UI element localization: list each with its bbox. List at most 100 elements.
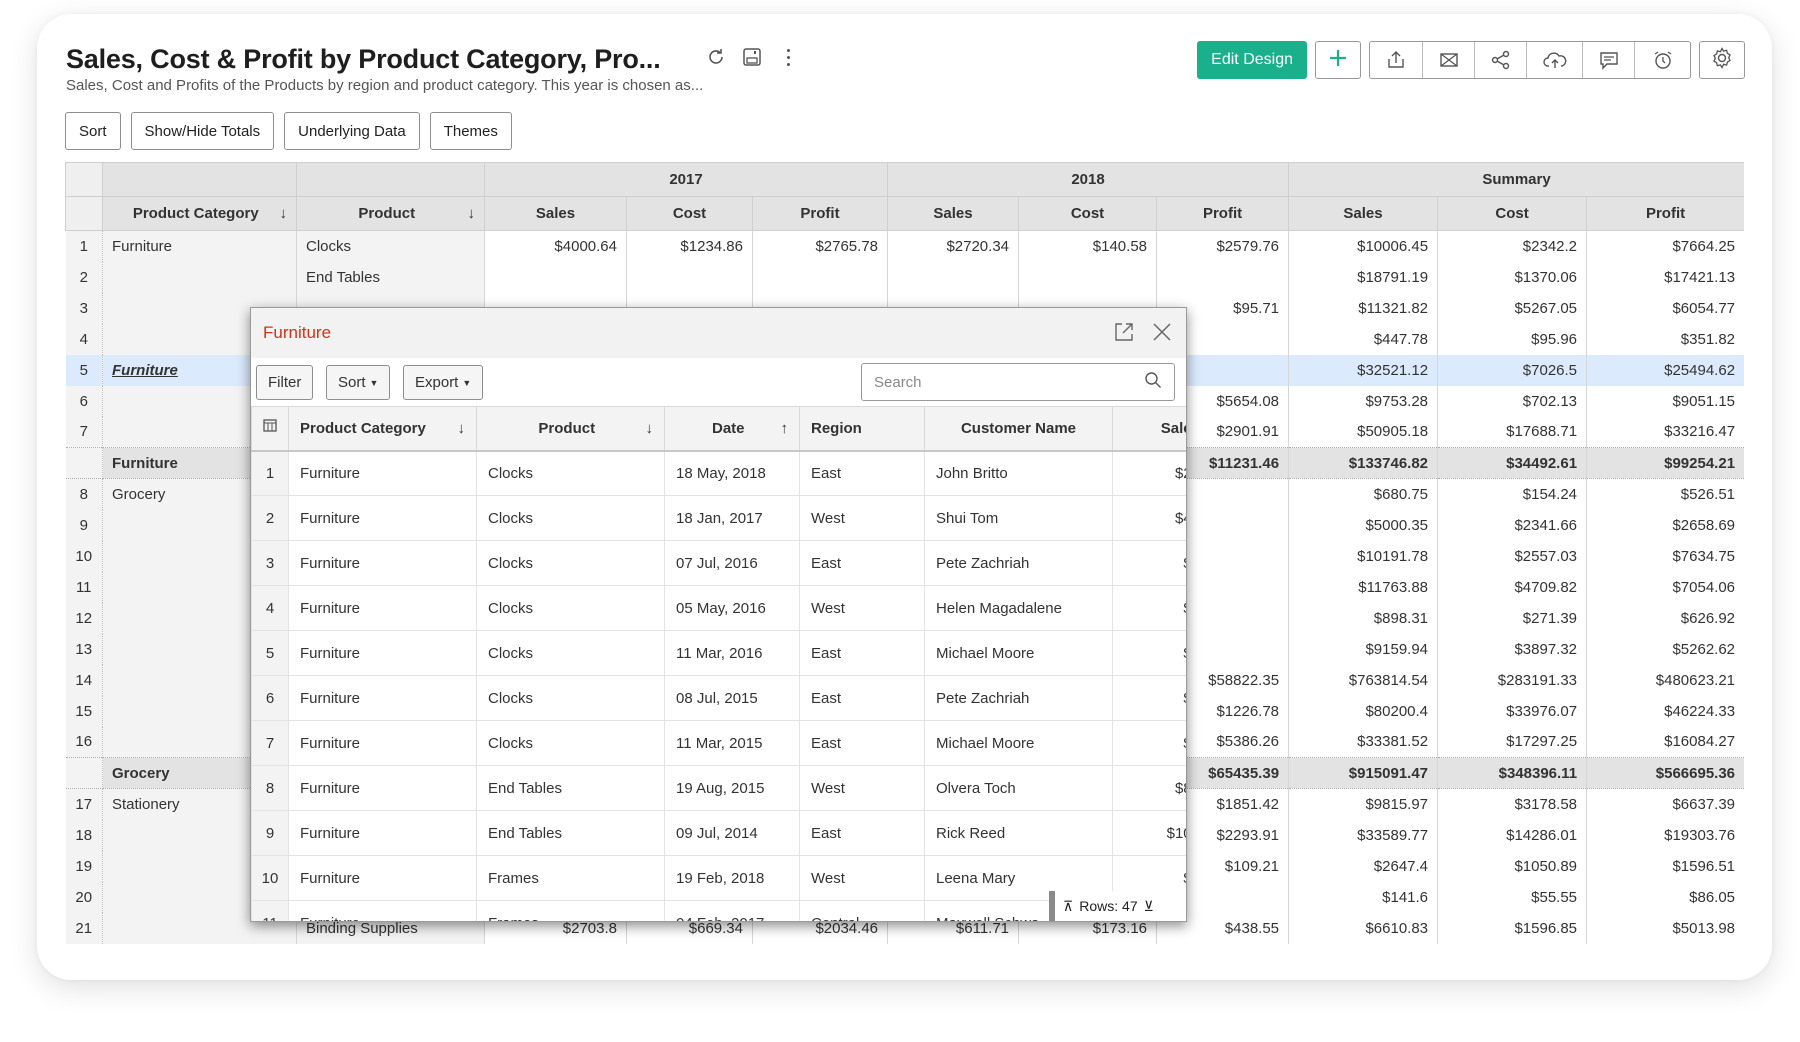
data-cell: East xyxy=(799,450,925,496)
sort-dropdown[interactable]: Sort ▼ xyxy=(326,365,391,400)
save-icon[interactable] xyxy=(741,46,763,68)
data-row[interactable]: 6 Furniture Clocks 08 Jul, 2015 East Pete Zac… xyxy=(251,675,1186,721)
data-cell: Olvera Toch xyxy=(924,765,1113,811)
data-row[interactable]: 9 Furniture End Tables 09 Jul, 2014 East Rick… xyxy=(251,810,1186,856)
data-cell: West xyxy=(799,495,925,541)
data-row[interactable]: 5 Furniture Clocks 11 Mar, 2016 East Michael … xyxy=(251,630,1186,676)
value-cell: $17421.13 xyxy=(1586,261,1744,293)
show-hide-totals-button[interactable]: Show/Hide Totals xyxy=(130,112,275,150)
data-cell: 09 Jul, 2014 xyxy=(664,810,800,856)
category-link[interactable]: Furniture xyxy=(112,362,178,379)
data-row[interactable]: 7 Furniture Clocks 11 Mar, 2015 East Michael … xyxy=(251,720,1186,766)
data-cell: $7 xyxy=(1112,720,1186,766)
column-header-product-category[interactable]: Product Category ↓ xyxy=(288,406,477,452)
close-icon[interactable] xyxy=(1150,320,1174,349)
value-cell: $2720.34 xyxy=(887,230,1020,262)
refresh-icon[interactable] xyxy=(705,46,727,68)
data-cell: $82 xyxy=(1112,765,1186,811)
column-header-sales[interactable]: Sales xyxy=(1112,406,1186,452)
data-row[interactable]: 3 Furniture Clocks 07 Jul, 2016 East Pete Zac… xyxy=(251,540,1186,586)
data-row[interactable]: 2 Furniture Clocks 18 Jan, 2017 West Shui Tom… xyxy=(251,495,1186,541)
data-cell: 08 Jul, 2015 xyxy=(664,675,800,721)
more-vertical-icon[interactable] xyxy=(777,46,799,68)
column-header-date[interactable]: Date ↑ xyxy=(664,406,800,452)
data-row[interactable]: 11FurnitureFrames04 Feb, 2017CentralMaxw… xyxy=(251,900,1186,921)
comment-icon[interactable] xyxy=(1582,42,1634,78)
value-cell: $2658.69 xyxy=(1586,509,1744,541)
data-cell: 11 Mar, 2015 xyxy=(664,720,800,766)
data-cell: Furniture xyxy=(288,540,477,586)
scroll-bottom-icon[interactable]: ⊻ xyxy=(1144,898,1154,915)
sort-button[interactable]: Sort xyxy=(65,112,121,150)
underlying-data-button[interactable]: Underlying Data xyxy=(284,112,420,150)
row-number: 18 xyxy=(65,819,103,851)
value-cell xyxy=(1018,261,1158,293)
value-cell: $5000.35 xyxy=(1288,509,1439,541)
data-cell: East xyxy=(799,675,925,721)
data-cell: Furniture xyxy=(288,810,477,856)
column-header-customer-name[interactable]: Customer Name xyxy=(924,406,1113,452)
sort-down-icon[interactable]: ↓ xyxy=(458,420,466,437)
row-number: 3 xyxy=(65,292,103,324)
sort-down-icon[interactable]: ↓ xyxy=(646,420,654,437)
sort-down-icon[interactable]: ↓ xyxy=(468,205,476,222)
add-button[interactable] xyxy=(1315,41,1361,79)
popup-title: Furniture xyxy=(263,323,332,342)
data-cell: Rick Reed xyxy=(924,810,1113,856)
column-header-product[interactable]: Product ↓ xyxy=(296,196,485,231)
email-icon[interactable] xyxy=(1422,42,1474,78)
value-cell: $7026.5 xyxy=(1437,354,1588,386)
scroll-top-icon[interactable]: ⊼ xyxy=(1063,898,1073,915)
row-number: 2 xyxy=(65,261,103,293)
value-cell: $9815.97 xyxy=(1288,788,1439,820)
edit-design-button[interactable]: Edit Design xyxy=(1197,41,1307,79)
data-cell: Shui Tom xyxy=(924,495,1113,541)
column-header-product[interactable]: Product ↓ xyxy=(476,406,665,452)
data-cell: John Britto xyxy=(924,450,1113,496)
data-row[interactable]: 4 Furniture Clocks 05 May, 2016 West Helen Ma… xyxy=(251,585,1186,631)
measure-header-cost: Cost xyxy=(626,196,753,231)
data-row[interactable]: 10 Furniture Frames 19 Feb, 2018 West Leena M… xyxy=(251,855,1186,901)
export-icon[interactable] xyxy=(1370,42,1422,78)
search-input[interactable]: Search xyxy=(861,363,1175,401)
column-header-product-category[interactable]: Product Category ↓ xyxy=(102,196,297,231)
value-cell: $17688.71 xyxy=(1437,416,1588,448)
value-cell: $80200.4 xyxy=(1288,695,1439,727)
publish-cloud-icon[interactable] xyxy=(1526,42,1582,78)
data-cell: $40 xyxy=(1112,495,1186,541)
column-header-region[interactable]: Region xyxy=(799,406,925,452)
share-icon[interactable] xyxy=(1474,42,1526,78)
table-row[interactable]: 2 End Tables $18791.19 $1370.06 $17421.13 xyxy=(65,261,1744,293)
value-cell: $99254.21 xyxy=(1586,447,1744,479)
value-cell: $7634.75 xyxy=(1586,540,1744,572)
row-number: 11 xyxy=(65,571,103,603)
alarm-icon[interactable] xyxy=(1634,42,1690,78)
sort-down-icon[interactable]: ↓ xyxy=(280,205,288,222)
data-cell: $5 xyxy=(1112,540,1186,586)
data-row[interactable]: 1 Furniture Clocks 18 May, 2018 East John Bri… xyxy=(251,450,1186,496)
value-cell: $4000.64 xyxy=(484,230,627,262)
value-cell: $1050.89 xyxy=(1437,850,1588,882)
data-cell: $105 xyxy=(1112,810,1186,856)
data-cell: Clocks xyxy=(476,495,665,541)
data-cell: West xyxy=(799,855,925,901)
sort-up-icon[interactable]: ↑ xyxy=(781,420,789,437)
value-cell: $9159.94 xyxy=(1288,633,1439,665)
export-dropdown[interactable]: Export ▼ xyxy=(403,365,484,400)
data-cell: East xyxy=(799,540,925,586)
data-row[interactable]: 8 Furniture End Tables 19 Aug, 2015 West Olve… xyxy=(251,765,1186,811)
value-cell: $6610.83 xyxy=(1288,912,1439,944)
value-cell: $9753.28 xyxy=(1288,385,1439,417)
value-cell: $140.58 xyxy=(1018,230,1158,262)
value-cell xyxy=(752,261,889,293)
measure-header-cost: Cost xyxy=(1437,196,1588,231)
action-bar: Edit Design xyxy=(1197,41,1745,79)
table-row[interactable]: 1 Furniture Clocks $4000.64 $1234.86 $2765.78… xyxy=(65,230,1744,262)
column-chooser-icon[interactable] xyxy=(251,406,289,452)
settings-button[interactable] xyxy=(1699,41,1745,79)
open-external-icon[interactable] xyxy=(1112,320,1136,349)
row-number: 2 xyxy=(251,495,289,541)
themes-button[interactable]: Themes xyxy=(429,112,512,150)
filter-button[interactable]: Filter xyxy=(256,365,314,400)
category-cell xyxy=(102,261,297,293)
